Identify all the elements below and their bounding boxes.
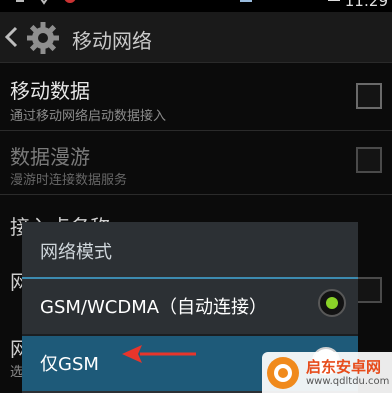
setting-title: 数据漫游 (10, 145, 90, 169)
page-title: 移动网络 (72, 29, 152, 53)
radio-selected[interactable] (318, 289, 346, 317)
app-notification-icon (40, 0, 48, 5)
watermark-url: www.qdltdu.com (306, 376, 390, 387)
mobile-data-checkbox[interactable] (356, 83, 382, 109)
watermark-logo-icon (267, 357, 299, 389)
action-bar: 移动网络 (0, 12, 392, 63)
battery-icon (328, 0, 340, 1)
setting-data-roaming[interactable]: 数据漫游 漫游时连接数据服务 (0, 131, 392, 193)
setting-subtitle: 通过移动网络启动数据接入 (10, 109, 167, 124)
status-bar: 11:29 (0, 0, 392, 12)
annotation-arrow (122, 345, 196, 363)
setting-title: 移动数据 (10, 79, 90, 103)
option-label: 仅GSM (40, 354, 99, 375)
notification-icon (16, 0, 24, 2)
setting-mobile-data[interactable]: 移动数据 通过移动网络启动数据接入 (0, 63, 392, 129)
data-roaming-checkbox[interactable] (356, 147, 382, 173)
signal-icon (300, 0, 324, 6)
status-clock: 11:29 (344, 0, 388, 10)
settings-gear-icon[interactable] (26, 21, 60, 55)
setting-subtitle: 漫游时连接数据服务 (10, 173, 128, 188)
option-gsm-wcdma[interactable]: GSM/WCDMA（自动连接） (22, 279, 358, 334)
back-arrow-icon[interactable] (2, 24, 20, 50)
app-notification-icon-2 (64, 0, 76, 3)
partial-checkbox[interactable] (356, 277, 382, 303)
watermark-name: 启东安卓网 (306, 358, 382, 376)
wifi-icon (240, 0, 252, 2)
watermark: 启东安卓网 www.qdltdu.com (262, 352, 392, 393)
option-label: GSM/WCDMA（自动连接） (40, 297, 268, 318)
dialog-title: 网络模式 (40, 242, 112, 263)
radio-dot (326, 297, 338, 309)
